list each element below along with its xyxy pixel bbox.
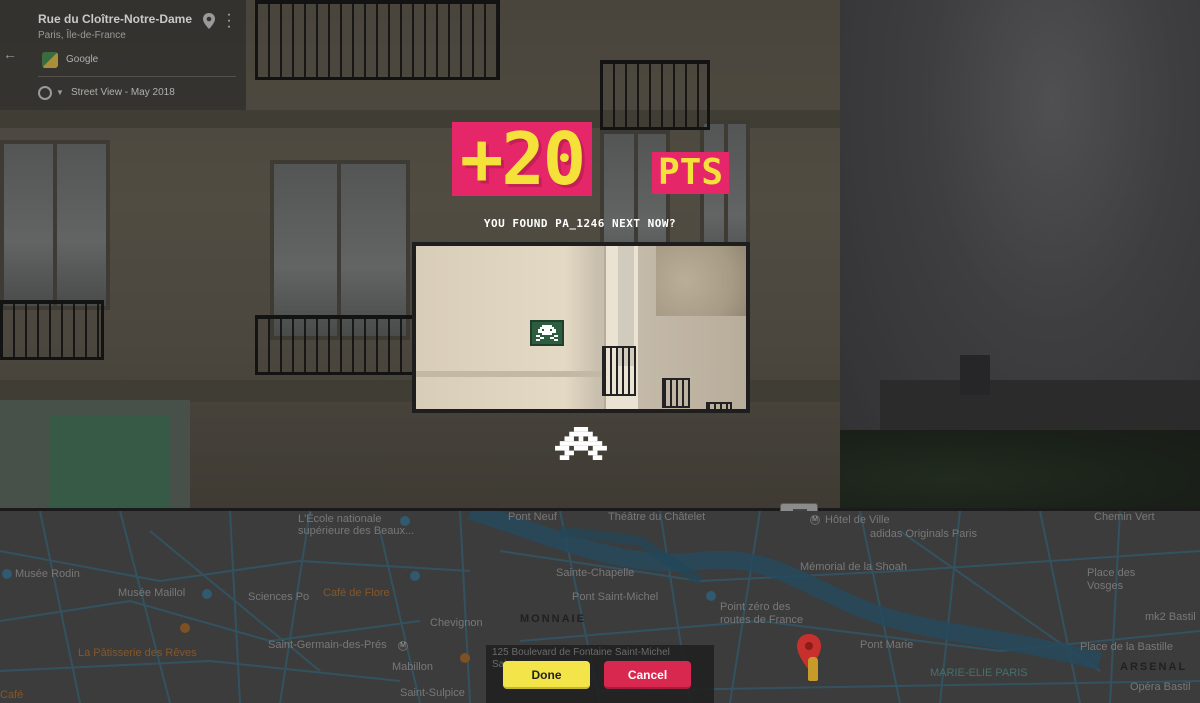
poi-label[interactable]: Pont Saint-Michel [572,591,658,603]
skull-invader-icon [536,325,558,341]
back-arrow-icon[interactable]: ← [3,46,17,62]
metro-icon[interactable]: M [810,515,820,525]
poi-label[interactable]: Sainte-Chapelle [556,567,634,579]
poi-label[interactable]: Vosges [1087,580,1123,592]
poi-label[interactable]: routes de France [720,614,803,626]
poi-label[interactable]: Place des [1087,567,1135,579]
poi-label[interactable]: La Pâtisserie des Rêves [78,647,197,659]
poi-label[interactable]: Hôtel de Ville [825,514,890,526]
poi-marker[interactable] [706,591,716,601]
found-message: YOU FOUND PA_1246 NEXT NOW? [483,217,677,230]
poi-label[interactable]: Café [0,689,23,701]
cancel-button[interactable]: Cancel [604,661,691,689]
done-button[interactable]: Done [503,661,590,689]
google-maps-icon [42,52,58,68]
poi-label[interactable]: Café de Flore [323,587,390,599]
metro-icon[interactable]: M [398,641,408,651]
location-subtitle: Paris, Île-de-France [38,30,126,41]
poi-label[interactable]: Opéra Bastil [1130,681,1191,693]
railing [602,346,636,396]
address-line: 125 Boulevard de Fontaine Saint-Michel [492,647,670,658]
poi-marker[interactable] [202,589,212,599]
poi-label[interactable]: Point zéro des [720,601,790,613]
poi-marker[interactable] [460,653,470,663]
capture-date: Street View - May 2018 [71,87,175,98]
poi-label[interactable]: L'École nationale [298,513,381,525]
game-screen: ← Rue du Cloître-Notre-Dame Paris, Île-d… [0,0,1200,703]
poi-label[interactable]: Saint-Sulpice [400,687,465,699]
poi-label[interactable]: Musée Rodin [15,568,80,580]
invader-photo [412,242,750,413]
district-label: MONNAIE [520,613,586,625]
poi-label[interactable]: Chevignon [430,617,483,629]
poi-label[interactable]: Place de la Bastille [1080,641,1173,653]
poi-label[interactable]: Pont Marie [860,639,913,651]
pegman-icon[interactable] [808,657,818,681]
poi-marker[interactable] [2,569,12,579]
district-label: ARSENAL [1120,661,1188,673]
poi-label[interactable]: supérieure des Beaux... [298,525,414,537]
score-banner: +20 PTS [452,122,752,202]
poi-label[interactable]: Sciences Po [248,591,309,603]
poi-label[interactable]: Mémorial de la Shoah [800,561,907,573]
poi-label[interactable]: adidas Originals Paris [870,528,977,540]
poi-label[interactable]: Musée Maillol [118,587,185,599]
poi-label[interactable]: Chemin Vert [1094,511,1155,523]
history-clock-icon[interactable] [38,86,52,100]
space-invader-icon [555,427,607,460]
divider [38,76,236,77]
points-value: +20 [452,122,593,196]
ledge [416,371,604,377]
poi-label[interactable]: Théâtre du Châtelet [608,511,705,523]
location-title: Rue du Cloître-Notre-Dame [38,12,193,26]
street-view-info-card: ← Rue du Cloître-Notre-Dame Paris, Île-d… [0,0,246,110]
map-pin-icon[interactable] [202,13,216,29]
chevron-down-icon[interactable]: ▼ [56,88,64,97]
ornament [656,246,746,316]
poi-marker[interactable] [180,623,190,633]
invader-mosaic [530,320,564,346]
railing [706,402,732,409]
action-bar: 125 Boulevard de Fontaine Saint-Michel S… [486,645,714,703]
points-unit: PTS [652,152,730,194]
poi-label[interactable]: mk2 Bastil [1145,611,1196,623]
poi-marker[interactable] [410,571,420,581]
poi-label[interactable]: Pont Neuf [508,511,557,523]
railing [662,378,690,408]
more-options-icon[interactable]: · · · [225,7,233,35]
poi-label[interactable]: MARIE-ELIE PARIS [930,667,1028,679]
provider-label: Google [66,54,99,65]
poi-label[interactable]: Saint-Germain-des-Prés [268,639,387,651]
poi-label[interactable]: Mabillon [392,661,433,673]
